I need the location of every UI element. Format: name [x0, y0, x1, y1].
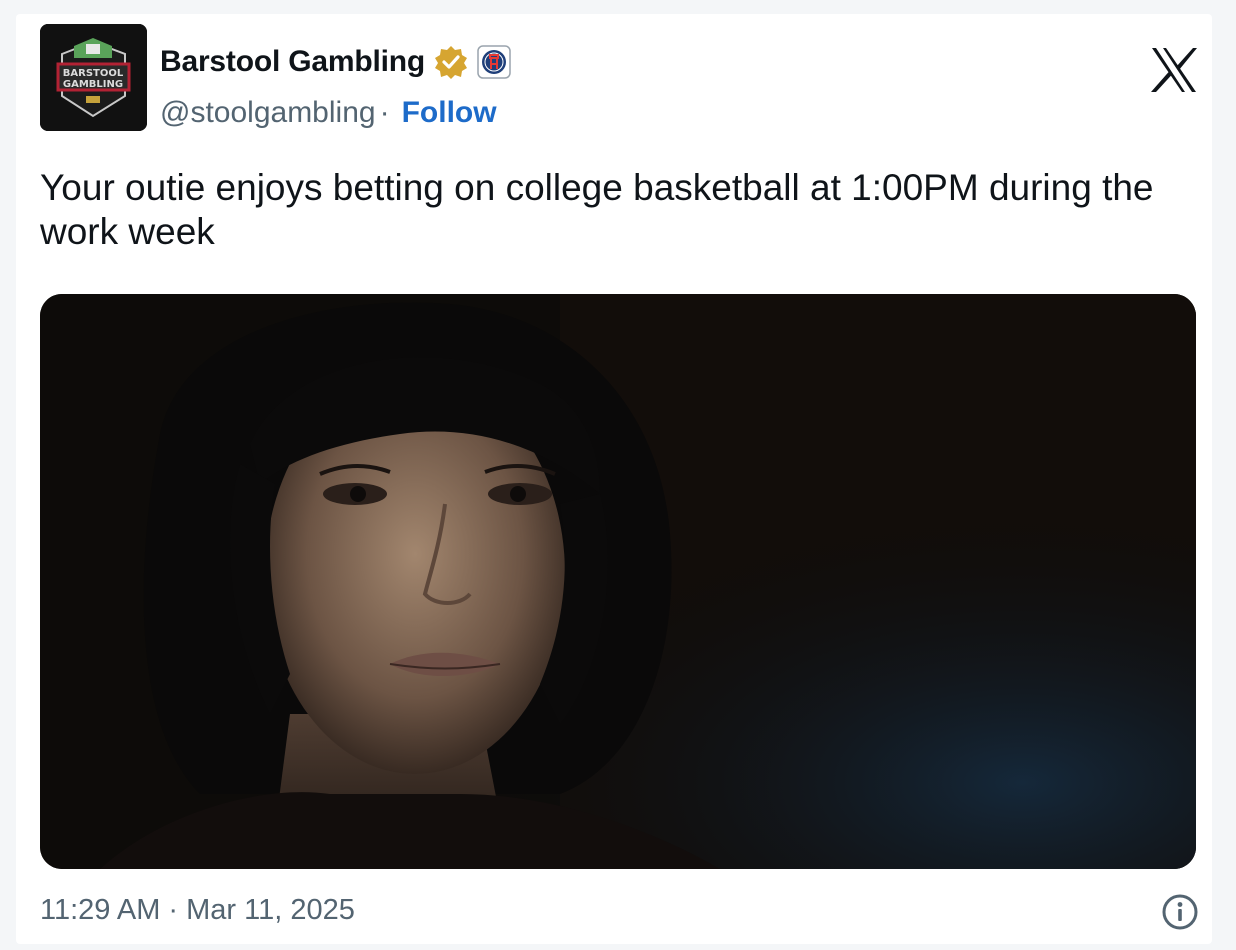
- author-avatar[interactable]: BARSTOOL GAMBLING: [40, 24, 147, 131]
- barstool-gambling-logo: BARSTOOL GAMBLING: [40, 24, 147, 131]
- tweet-text: Your outie enjoys betting on college bas…: [40, 167, 1154, 252]
- author-display-name[interactable]: Barstool Gambling: [160, 45, 425, 79]
- info-icon[interactable]: [1160, 892, 1200, 932]
- affiliate-badge-icon[interactable]: [477, 45, 511, 79]
- x-logo-icon[interactable]: [1148, 44, 1200, 96]
- verified-badge-icon: [434, 46, 467, 79]
- avatar-text-line1: BARSTOOL: [63, 68, 124, 79]
- separator-dot: ·: [379, 96, 390, 129]
- tweet-header: BARSTOOL GAMBLING Barstool Gambling @sto…: [40, 24, 1200, 134]
- avatar-text-line2: GAMBLING: [63, 79, 123, 90]
- author-name-row: Barstool Gambling: [160, 42, 511, 82]
- tweet-embed-card: BARSTOOL GAMBLING Barstool Gambling @sto…: [16, 14, 1212, 944]
- tweet-footer: 11:29 AM · Mar 11, 2025: [40, 892, 1200, 932]
- author-handle-row: @stoolgambling · Follow: [160, 96, 497, 130]
- photo-image: [40, 294, 1196, 869]
- tweet-media-photo[interactable]: [40, 294, 1196, 869]
- author-handle[interactable]: @stoolgambling: [160, 96, 376, 130]
- tweet-timestamp[interactable]: 11:29 AM · Mar 11, 2025: [40, 894, 355, 927]
- follow-button[interactable]: Follow: [402, 96, 497, 130]
